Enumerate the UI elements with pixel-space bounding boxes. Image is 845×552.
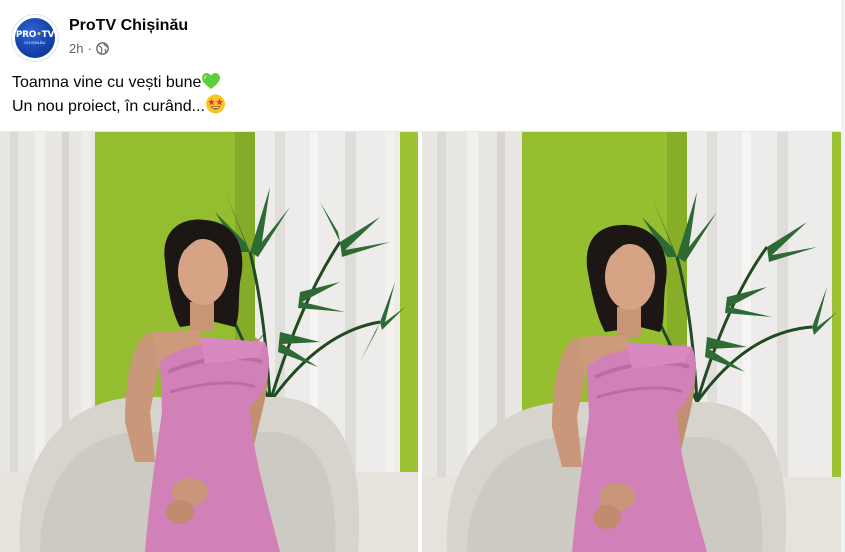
star-struck-emoji [205, 94, 226, 114]
caption-line-1: Toamna vine cu vești bune [12, 72, 226, 94]
photo-right[interactable] [422, 132, 845, 552]
photo-left[interactable] [0, 132, 418, 552]
green-heart-emoji [201, 72, 221, 90]
post-meta: 2h · [69, 41, 109, 56]
post-caption: Toamna vine cu vești bune Un nou proiect… [12, 72, 226, 118]
globe-icon[interactable] [95, 42, 109, 55]
page-avatar[interactable]: PRO•TV CHIȘINĂU [11, 14, 59, 62]
meta-separator: · [87, 41, 92, 56]
post-header: PRO•TV CHIȘINĂU ProTV Chișinău 2h · [11, 13, 831, 63]
caption-line-2: Un nou proiect, în curând... [12, 94, 226, 118]
post-time-link[interactable]: 2h [69, 41, 83, 56]
feed-edge [841, 0, 845, 552]
protv-logo: PRO•TV CHIȘINĂU [15, 18, 55, 58]
page-name-link[interactable]: ProTV Chișinău [69, 17, 188, 35]
